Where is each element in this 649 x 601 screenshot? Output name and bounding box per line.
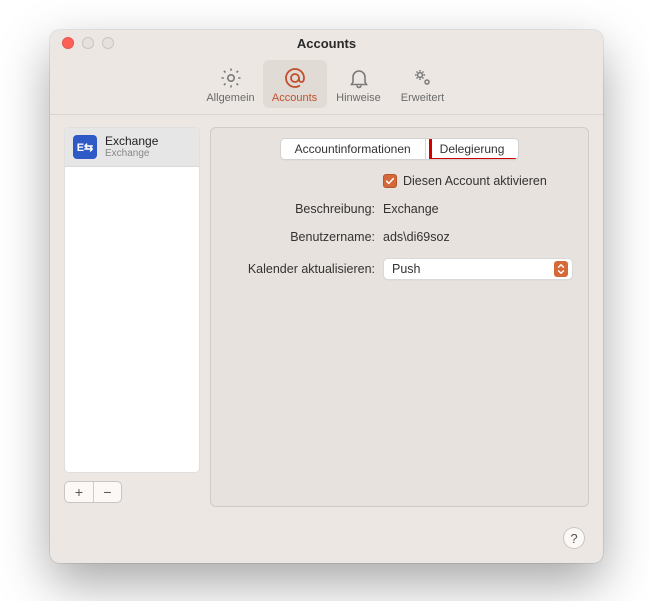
- toolbar-item-general[interactable]: Allgemein: [199, 60, 263, 108]
- remove-button[interactable]: −: [93, 482, 121, 502]
- tab-account-info[interactable]: Accountinformationen: [281, 139, 425, 159]
- toolbar-label: Allgemein: [206, 92, 254, 104]
- select-value: Push: [392, 262, 421, 276]
- segment-control: Accountinformationen Delegierung: [280, 138, 520, 160]
- detail-panel: Accountinformationen Delegierung Diesen …: [210, 127, 589, 507]
- bell-icon: [347, 66, 371, 90]
- toolbar-label: Hinweise: [336, 92, 381, 104]
- calendar-select[interactable]: Push: [383, 258, 573, 280]
- titlebar: Accounts: [50, 30, 603, 56]
- content-area: E⇆ Exchange Exchange + − Accountinformat…: [50, 115, 603, 563]
- account-form: Diesen Account aktivieren Beschreibung: …: [225, 174, 574, 280]
- toolbar: Allgemein Accounts Hinweise Erweitert: [50, 56, 603, 115]
- toolbar-label: Accounts: [272, 92, 317, 104]
- activate-label: Diesen Account aktivieren: [403, 174, 547, 188]
- minimize-icon[interactable]: [82, 37, 94, 49]
- list-controls: + −: [64, 481, 200, 503]
- detail-tabs: Accountinformationen Delegierung: [225, 138, 574, 160]
- close-icon[interactable]: [62, 37, 74, 49]
- toolbar-label: Erweitert: [401, 92, 444, 104]
- account-list-item[interactable]: E⇆ Exchange Exchange: [65, 128, 199, 167]
- help-icon: ?: [570, 531, 577, 546]
- preferences-window: Accounts Allgemein Accounts Hinweise Erw…: [50, 30, 603, 563]
- toolbar-item-advanced[interactable]: Erweitert: [391, 60, 455, 108]
- at-icon: [283, 66, 307, 90]
- gears-icon: [411, 66, 435, 90]
- activate-row[interactable]: Diesen Account aktivieren: [383, 174, 574, 188]
- exchange-icon: E⇆: [73, 135, 97, 159]
- sidebar-column: E⇆ Exchange Exchange + −: [64, 127, 200, 563]
- zoom-icon[interactable]: [102, 37, 114, 49]
- username-value: ads\di69soz: [383, 230, 574, 244]
- account-list[interactable]: E⇆ Exchange Exchange: [64, 127, 200, 473]
- account-subtitle: Exchange: [105, 148, 158, 159]
- help-button[interactable]: ?: [563, 527, 585, 549]
- username-label: Benutzername:: [225, 230, 375, 244]
- gear-icon: [219, 66, 243, 90]
- chevron-updown-icon: [554, 261, 568, 277]
- tab-delegation[interactable]: Delegierung: [425, 139, 519, 159]
- checkbox-checked-icon[interactable]: [383, 174, 397, 188]
- add-button[interactable]: +: [65, 482, 93, 502]
- toolbar-item-notifications[interactable]: Hinweise: [327, 60, 391, 108]
- window-title: Accounts: [50, 36, 603, 51]
- description-value: Exchange: [383, 202, 574, 216]
- toolbar-item-accounts[interactable]: Accounts: [263, 60, 327, 108]
- traffic-lights: [50, 37, 114, 49]
- add-remove-segment: + −: [64, 481, 122, 503]
- account-labels: Exchange Exchange: [105, 135, 158, 159]
- description-label: Beschreibung:: [225, 202, 375, 216]
- account-name: Exchange: [105, 135, 158, 148]
- calendar-label: Kalender aktualisieren:: [225, 262, 375, 276]
